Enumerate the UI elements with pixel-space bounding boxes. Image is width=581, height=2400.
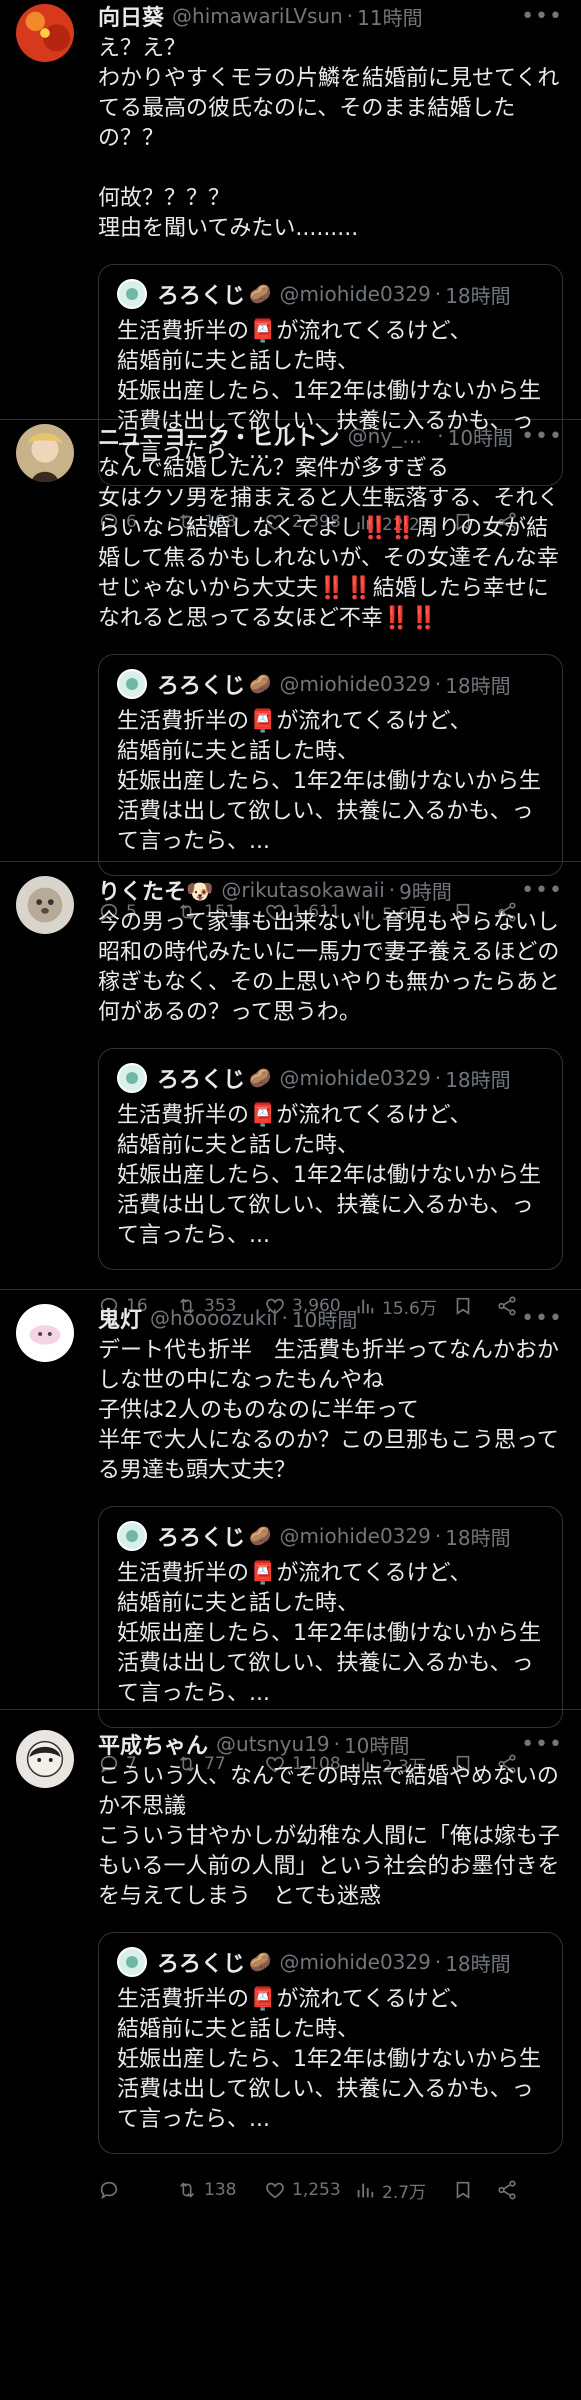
separator-dot: · [281, 1306, 288, 1330]
post[interactable]: りくたそ🐶 @rikutasokawaii · 9時間 ••• 今の男って家事も… [0, 862, 581, 1319]
quoted-post[interactable]: ろろくじ 🥔 @miohide0329 · 18時間 生活費折半の📮が流れてくる… [98, 1506, 563, 1728]
post-text: 今の男って家事も出来ないし育児もやらないし昭和の時代みたいに一馬力で妻子養えるほ… [98, 910, 561, 1025]
avatar[interactable] [16, 424, 74, 482]
quoted-avatar [117, 1947, 147, 1977]
quoted-author-handle: @miohide0329 [279, 672, 431, 696]
post[interactable]: 鬼灯 @hoooozukii · 10時間 ••• デート代も折半 生活費も折半… [0, 1290, 581, 1777]
quoted-author-name: ろろくじ [157, 1952, 246, 1977]
quoted-text: 生活費折半の📮が流れてくるけど、 結婚前に夫と話した時、 妊娠出産したら、1年2… [117, 709, 541, 854]
post[interactable]: 平成ちゃん @utsnyu19 · 10時間 ••• こういう人、なんでその時点… [0, 1710, 581, 2400]
post-text: え？え？ わかりやすくモラの片鱗を結婚前に見せてくれてる最高の彼氏なのに、そのま… [98, 36, 560, 241]
post-time[interactable]: 9時間 [399, 876, 452, 905]
author-name[interactable]: ニューヨーク・ヒルトン [98, 420, 340, 452]
separator-dot: · [434, 1524, 442, 1548]
retweet-count: 138 [204, 2180, 237, 2200]
share-icon [498, 2180, 516, 2200]
separator-dot: · [434, 282, 442, 306]
author-name[interactable]: 平成ちゃん [98, 1728, 208, 1760]
separator-dot: · [434, 1950, 442, 1974]
separator-dot: · [333, 1732, 340, 1756]
author-handle[interactable]: @ny_hil... [348, 424, 434, 448]
retweet-icon [179, 2182, 195, 2198]
post-text: なんで結婚したん？案件が多すぎる 女はクソ男を捕まえると人生転落する、それくらい… [98, 456, 560, 631]
more-icon[interactable]: ••• [513, 424, 563, 449]
quoted-author-handle: @miohide0329 [279, 1524, 431, 1548]
quoted-author-handle: @miohide0329 [279, 282, 431, 306]
more-icon[interactable]: ••• [513, 878, 563, 903]
quoted-avatar [117, 669, 147, 699]
quoted-post[interactable]: ろろくじ 🥔 @miohide0329 · 18時間 生活費折半の📮が流れてくる… [98, 654, 563, 876]
author-handle[interactable]: @hoooozukii [150, 1306, 278, 1330]
author-name[interactable]: りくたそ🐶 [98, 874, 213, 906]
like-count: 1,253 [292, 2180, 341, 2200]
bookmark-button[interactable] [452, 2179, 486, 2201]
quoted-post[interactable]: ろろくじ 🥔 @miohide0329 · 18時間 生活費折半の📮が流れてくる… [98, 1932, 563, 2154]
more-icon[interactable]: ••• [513, 1306, 563, 1331]
potato-emoji: 🥔 [249, 1951, 272, 1973]
quoted-avatar [117, 1521, 147, 1551]
post-time[interactable]: 10時間 [448, 422, 513, 451]
timeline-feed: 向日葵 @himawariLVsun · 11時間 ••• え？え？ わかりやす… [0, 0, 581, 2400]
author-handle[interactable]: @utsnyu19 [216, 1732, 330, 1756]
more-icon[interactable]: ••• [513, 1732, 563, 1757]
quoted-author-name: ろろくじ [157, 1068, 246, 1093]
quoted-text: 生活費折半の📮が流れてくるけど、 結婚前に夫と話した時、 妊娠出産したら、1年2… [117, 1561, 541, 1706]
quoted-author-handle: @miohide0329 [279, 1066, 431, 1090]
potato-emoji: 🥔 [249, 673, 272, 695]
reply-icon [100, 2181, 118, 2200]
post-text: デート代も折半 生活費も折半ってなんかおかしな世の中になったもんやね 子供は2人… [98, 1338, 559, 1483]
post-time[interactable]: 10時間 [344, 1730, 409, 1759]
quoted-author-handle: @miohide0329 [279, 1950, 431, 1974]
quoted-post[interactable]: ろろくじ 🥔 @miohide0329 · 18時間 生活費折半の📮が流れてくる… [98, 1048, 563, 1270]
reply-button[interactable] [98, 2179, 176, 2201]
action-bar: 138 1,253 2.7万 [98, 2154, 563, 2226]
views-button[interactable]: 2.7万 [354, 2178, 452, 2203]
avatar[interactable] [16, 1304, 74, 1362]
potato-emoji: 🥔 [249, 283, 272, 305]
post-time[interactable]: 11時間 [357, 2, 422, 31]
retweet-button[interactable]: 138 [176, 2179, 264, 2201]
quoted-time: 18時間 [445, 283, 511, 308]
separator-dot: · [434, 1066, 442, 1090]
post-text: こういう人、なんでその時点で結婚やめないのか不思議 こういう甘やかしが幼稚な人間… [98, 1764, 561, 1909]
share-button[interactable] [496, 2179, 530, 2201]
avatar[interactable] [16, 4, 74, 62]
quoted-time: 18時間 [445, 1525, 511, 1550]
quoted-text: 生活費折半の📮が流れてくるけど、 結婚前に夫と話した時、 妊娠出産したら、1年2… [117, 1987, 541, 2132]
quoted-time: 18時間 [445, 1951, 511, 1976]
potato-emoji: 🥔 [249, 1525, 272, 1547]
separator-dot: · [346, 4, 354, 28]
post[interactable]: 向日葵 @himawariLVsun · 11時間 ••• え？え？ わかりやす… [0, 0, 581, 535]
avatar[interactable] [16, 1730, 74, 1788]
quoted-avatar [117, 279, 147, 309]
separator-dot: · [434, 672, 442, 696]
quoted-time: 18時間 [445, 673, 511, 698]
like-icon [266, 2182, 284, 2199]
potato-emoji: 🥔 [249, 1067, 272, 1089]
quoted-author-name: ろろくじ [157, 1526, 246, 1551]
views-icon [357, 2183, 374, 2198]
quoted-text: 生活費折半の📮が流れてくるけど、 結婚前に夫と話した時、 妊娠出産したら、1年2… [117, 1103, 541, 1248]
quoted-author-name: ろろくじ [157, 674, 246, 699]
avatar[interactable] [16, 876, 74, 934]
separator-dot: · [437, 424, 444, 448]
quoted-time: 18時間 [445, 1067, 511, 1092]
author-handle[interactable]: @himawariLVsun [172, 4, 343, 28]
quoted-author-name: ろろくじ [157, 284, 246, 309]
views-count: 2.7万 [382, 2182, 427, 2203]
post[interactable]: ニューヨーク・ヒルトン @ny_hil... · 10時間 ••• なんで結婚し… [0, 420, 581, 925]
separator-dot: · [388, 878, 396, 902]
quoted-avatar [117, 1063, 147, 1093]
more-icon[interactable]: ••• [513, 4, 563, 29]
author-name[interactable]: 向日葵 [98, 0, 164, 32]
post-time[interactable]: 10時間 [292, 1304, 357, 1333]
like-button[interactable]: 1,253 [264, 2179, 354, 2201]
author-handle[interactable]: @rikutasokawaii [221, 878, 384, 902]
bookmark-icon [456, 2181, 470, 2199]
author-name[interactable]: 鬼灯 [98, 1302, 142, 1334]
